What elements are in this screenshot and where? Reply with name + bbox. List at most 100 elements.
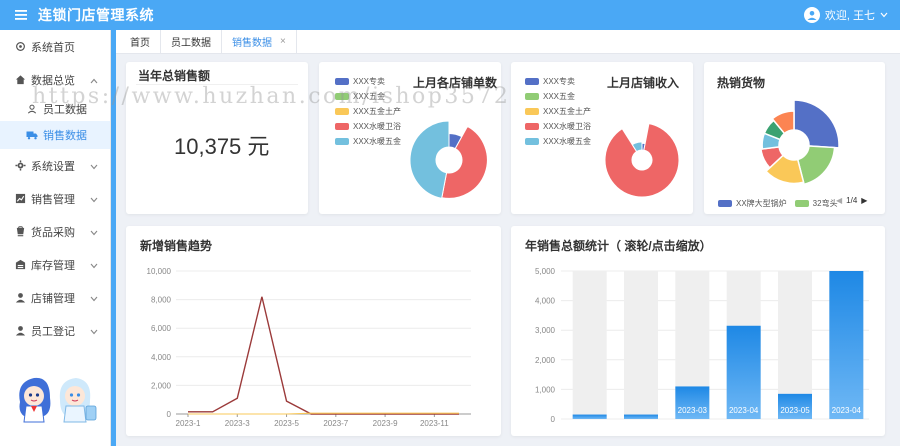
y-tick-label: 5,000 xyxy=(535,267,556,276)
sidebar-item-system-home[interactable]: 系统首页 xyxy=(0,30,110,63)
sidebar-item-staff-registration[interactable]: 员工登记 xyxy=(0,314,110,347)
user-icon xyxy=(14,325,26,337)
chevron-down-icon xyxy=(90,161,98,173)
y-tick-label: 4,000 xyxy=(535,297,556,306)
bar[interactable] xyxy=(572,414,607,419)
tab-home[interactable]: 首页 xyxy=(120,30,161,53)
bar[interactable] xyxy=(726,325,761,419)
legend-item[interactable]: XXX水暖五金 xyxy=(335,134,401,149)
pie-slice[interactable] xyxy=(409,120,450,199)
bar-label: 2023-04 xyxy=(832,406,862,415)
sidebar-item-store-management[interactable]: 店铺管理 xyxy=(0,281,110,314)
legend-swatch xyxy=(525,108,539,115)
legend-item[interactable]: XXX五金土产 xyxy=(335,104,401,119)
legend-label: XXX五金 xyxy=(543,92,576,101)
tab-sales-data[interactable]: 销售数据 × xyxy=(222,30,297,53)
legend-item[interactable]: XXX五金 xyxy=(335,89,401,104)
series-line[interactable] xyxy=(188,296,459,415)
legend-item[interactable]: 32弯头 xyxy=(794,196,838,211)
legend-item[interactable]: XXX五金土产 xyxy=(525,104,591,119)
legend-item[interactable]: XXX水暖五金 xyxy=(525,134,591,149)
user-avatar-icon xyxy=(803,7,820,23)
tab-label: 销售数据 xyxy=(232,38,272,49)
hot-goods-pie[interactable] xyxy=(747,98,841,192)
y-tick-label: 3,000 xyxy=(535,326,556,335)
x-tick-label: 2023-3 xyxy=(225,419,250,428)
bar-label: 2023-04 xyxy=(729,406,759,415)
bar-background xyxy=(572,271,607,419)
legend-swatch xyxy=(335,108,349,115)
sidebar-scrollbar[interactable] xyxy=(111,30,116,446)
pie-slice[interactable] xyxy=(793,99,840,149)
sidebar: 系统首页 数据总览 员工数据 销售数据 系统设置 销售管理 货品采购 库存管理 … xyxy=(0,30,111,446)
prev-page-icon[interactable]: ◀ xyxy=(836,196,842,205)
legend-swatch xyxy=(335,138,349,145)
legend-item[interactable]: XXX水暖卫浴 xyxy=(335,119,401,134)
y-tick-label: 4,000 xyxy=(151,353,172,362)
legend-item[interactable]: XXX专卖 xyxy=(525,74,591,89)
y-tick-label: 2,000 xyxy=(535,356,556,365)
sidebar-item-staff-data[interactable]: 员工数据 xyxy=(0,96,110,121)
user-menu[interactable]: 欢迎, 王七 xyxy=(803,0,888,30)
sidebar-item-label: 销售管理 xyxy=(31,193,75,206)
bar[interactable] xyxy=(829,271,864,419)
page-indicator: 1/4 xyxy=(846,196,858,205)
store-income-pie[interactable] xyxy=(604,122,680,198)
next-page-icon[interactable]: ▶ xyxy=(861,196,867,205)
legend-label: XXX水暖卫浴 xyxy=(543,122,592,131)
sidebar-item-goods-purchase[interactable]: 货品采购 xyxy=(0,215,110,248)
legend-item[interactable]: XXX专卖 xyxy=(335,74,401,89)
top-bar: 连锁门店管理系统 欢迎, 王七 xyxy=(0,0,900,30)
legend: XXX专卖 XXX五金 XXX五金土产 XXX水暖卫浴 XXX水暖五金 xyxy=(335,74,401,149)
chevron-down-icon xyxy=(90,227,98,239)
legend-label: XXX五金土产 xyxy=(353,107,402,116)
legend-item[interactable]: XXX水暖卫浴 xyxy=(525,119,591,134)
annual-sales-bar-chart[interactable]: 0 1,000 2,000 3,000 4,000 5,000 2023-03 2023-04… xyxy=(511,226,885,436)
sidebar-item-label: 员工登记 xyxy=(31,325,75,338)
sidebar-item-label: 店铺管理 xyxy=(31,292,75,305)
pie-slice[interactable] xyxy=(604,123,680,198)
store-orders-pie[interactable] xyxy=(409,120,489,200)
legend-item[interactable]: XXX五金 xyxy=(525,89,591,104)
legend-label: XXX水暖卫浴 xyxy=(353,122,402,131)
hamburger-icon[interactable] xyxy=(8,0,34,30)
card-title: 热销货物 xyxy=(717,76,766,90)
y-tick-label: 8,000 xyxy=(151,296,172,305)
tab-bar: 首页 员工数据 销售数据 × xyxy=(116,30,900,54)
legend-swatch xyxy=(794,200,809,207)
sidebar-item-sales-management[interactable]: 销售管理 xyxy=(0,182,110,215)
bar[interactable] xyxy=(624,414,658,419)
sidebar-item-label: 系统首页 xyxy=(31,41,75,54)
x-tick-label: 2023-11 xyxy=(420,419,449,428)
legend-swatch xyxy=(718,200,732,207)
sidebar-item-inventory-management[interactable]: 库存管理 xyxy=(0,248,110,281)
legend-item[interactable]: XX牌大型锅炉 xyxy=(718,196,787,211)
close-icon[interactable]: × xyxy=(280,36,286,47)
chevron-down-icon xyxy=(90,326,98,338)
sidebar-item-label: 员工数据 xyxy=(43,103,87,116)
legend-label: XXX五金 xyxy=(353,92,386,101)
sales-trend-line-chart[interactable]: 0 2,000 4,000 6,000 8,000 10,000 2023-1 2023-3 2… xyxy=(126,226,501,436)
sidebar-item-label: 系统设置 xyxy=(31,160,75,173)
legend-swatch xyxy=(525,78,539,85)
legend-label: XXX水暖五金 xyxy=(543,137,592,146)
x-tick-label: 2023-9 xyxy=(373,419,398,428)
tab-staff-data[interactable]: 员工数据 xyxy=(161,30,222,53)
sidebar-item-label: 库存管理 xyxy=(31,259,75,272)
chevron-down-icon xyxy=(880,9,888,21)
sidebar-item-system-settings[interactable]: 系统设置 xyxy=(0,149,110,182)
chevron-down-icon xyxy=(90,194,98,206)
legend-label: XXX水暖五金 xyxy=(353,137,402,146)
divider xyxy=(136,84,298,85)
hot-goods-card: 热销货物 XX牌大型锅炉 32弯头 ◀ 1/4 ▶ xyxy=(704,62,885,214)
x-tick-label: 2023-1 xyxy=(176,419,201,428)
sidebar-item-sales-data[interactable]: 销售数据 xyxy=(0,121,110,149)
greeting-text: 欢迎, 王七 xyxy=(824,10,875,22)
bar-label: 2023-05 xyxy=(780,406,810,415)
card-title: 当年总销售额 xyxy=(138,69,211,83)
gear-icon xyxy=(14,160,26,172)
legend-label: XX牌大型锅炉 xyxy=(736,199,787,208)
legend-label: XXX专卖 xyxy=(353,77,386,86)
chevron-down-icon xyxy=(90,293,98,305)
sidebar-item-data-overview[interactable]: 数据总览 xyxy=(0,63,110,96)
